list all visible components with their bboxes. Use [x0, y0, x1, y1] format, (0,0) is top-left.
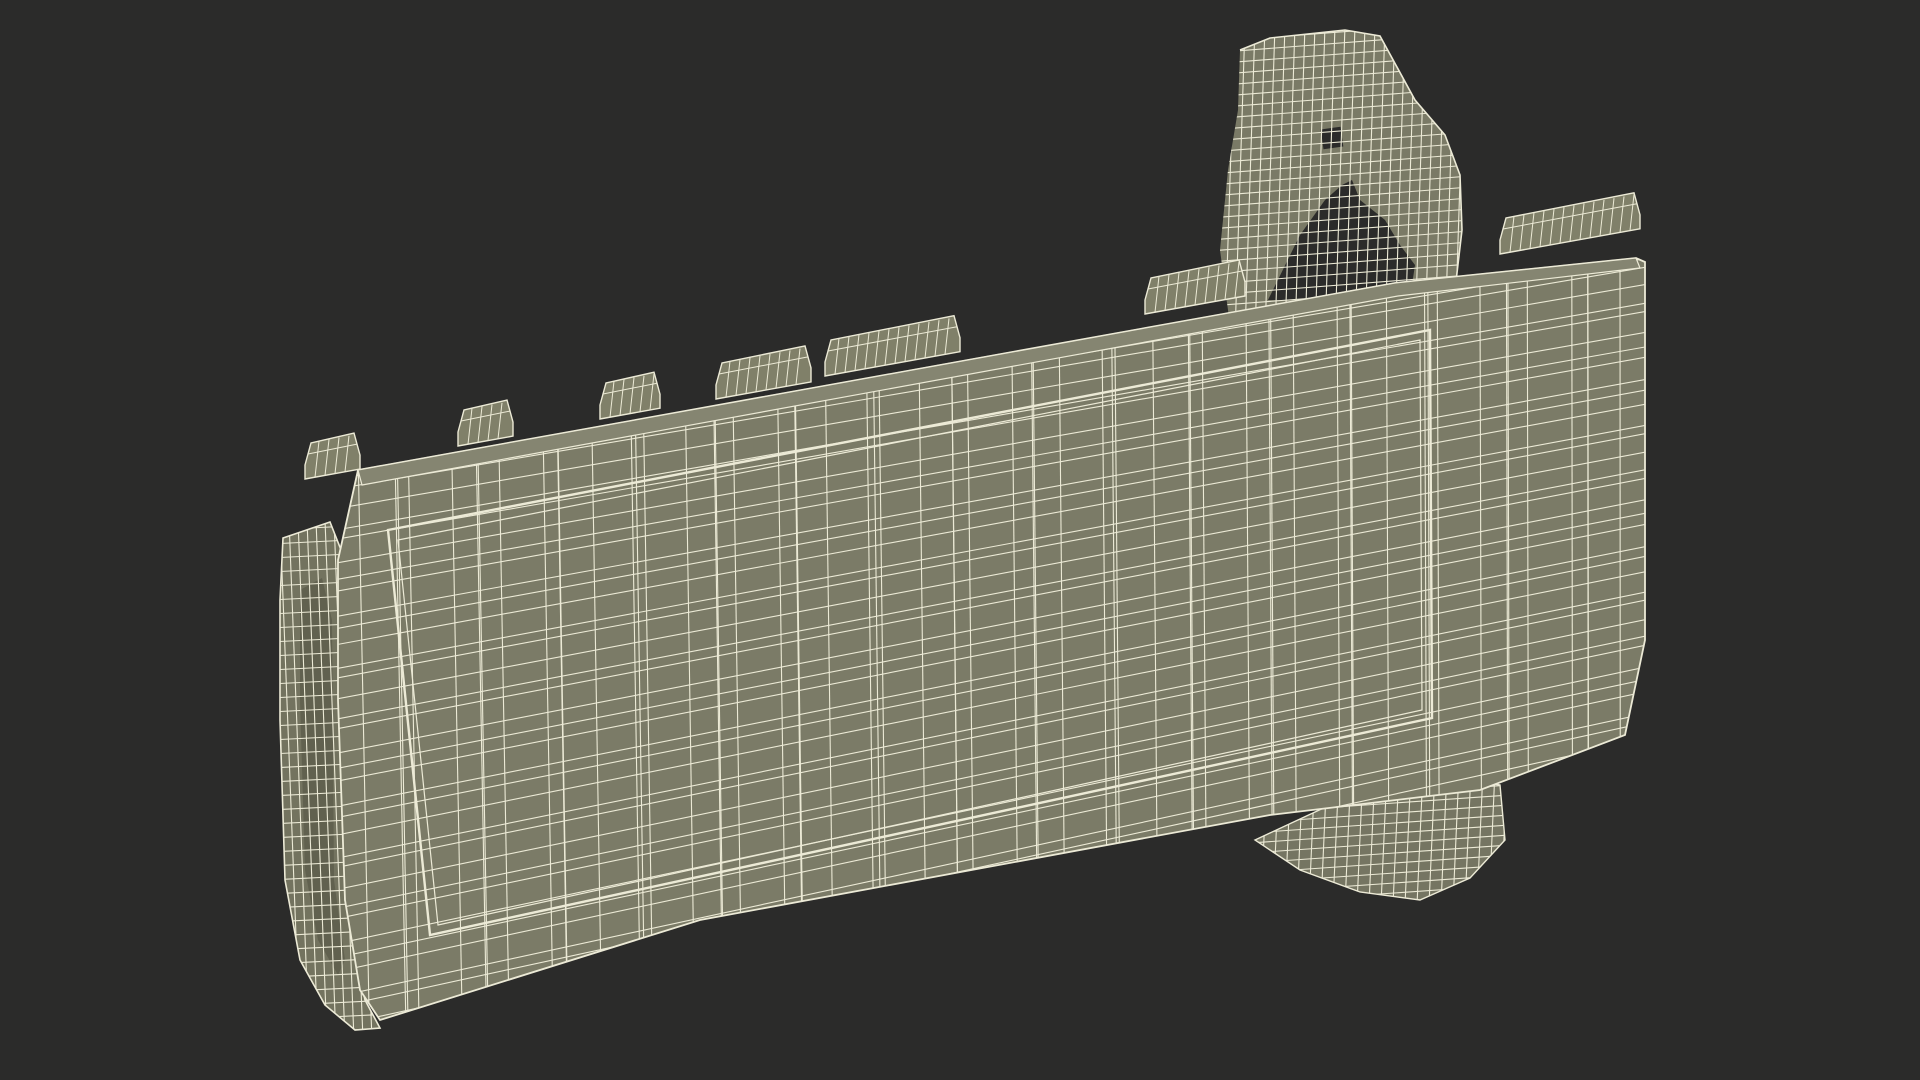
- rail-tooth: [457, 399, 514, 447]
- rail-tooth: [599, 371, 661, 420]
- wire-edge: [1220, 30, 1462, 32]
- rail-tooth: [1499, 191, 1641, 255]
- render-viewport: [0, 0, 1920, 1080]
- handguard-body: [337, 257, 1646, 1022]
- wire-edge: [1587, 258, 1589, 793]
- wire-edge: [1571, 258, 1574, 796]
- wire-edge: [1255, 894, 1505, 900]
- rail-tooth: [304, 432, 361, 480]
- wireframe-model-render: [279, 29, 1646, 1031]
